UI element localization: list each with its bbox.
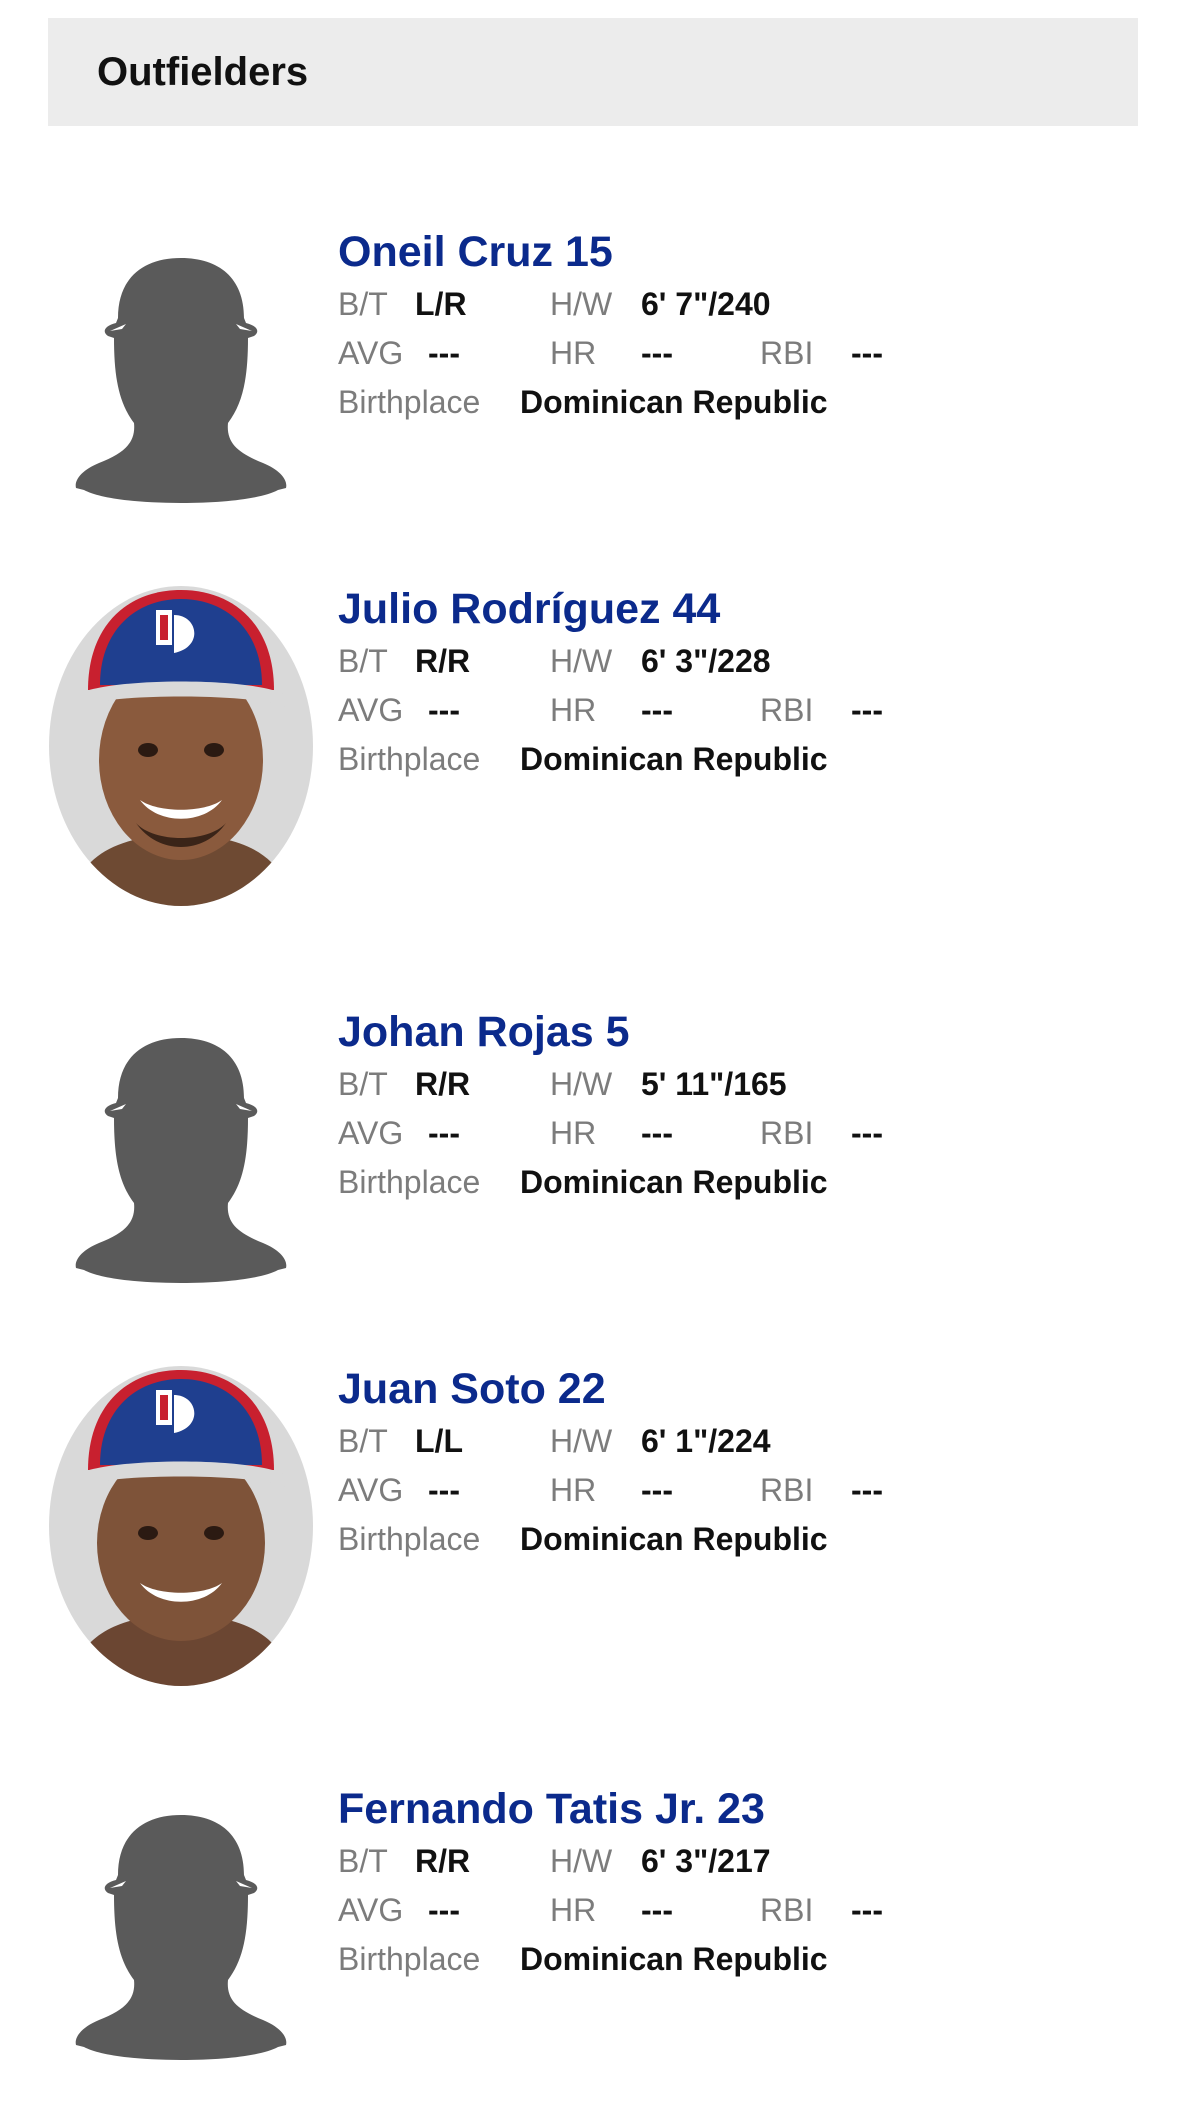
birthplace-value: Dominican Republic: [520, 1521, 828, 1557]
bt-value: R/R: [415, 1066, 471, 1102]
birthplace-label: Birthplace: [338, 1521, 481, 1557]
rbi-value: ---: [851, 692, 883, 728]
bt-value: L/R: [415, 286, 467, 322]
bt-label: B/T: [338, 286, 388, 322]
hr-value: ---: [641, 335, 673, 371]
rbi-label: RBI: [760, 1472, 814, 1508]
birthplace-value: Dominican Republic: [520, 741, 828, 777]
avg-label: AVG: [338, 692, 404, 728]
player-card: Johan Rojas 5 B/T R/R H/W 5' 11"/165 AVG…: [48, 1008, 1138, 1338]
section-title: Outfielders: [97, 50, 309, 94]
silhouette-placeholder-icon: [48, 1785, 314, 2107]
player-name-link[interactable]: Oneil Cruz 15: [338, 228, 613, 277]
hr-value: ---: [641, 692, 673, 728]
silhouette-placeholder-icon: [48, 228, 314, 550]
hr-value: ---: [641, 1892, 673, 1928]
birthplace-label: Birthplace: [338, 1941, 481, 1977]
player-name-link[interactable]: Johan Rojas 5: [338, 1008, 630, 1057]
bt-label: B/T: [338, 1843, 388, 1879]
hw-label: H/W: [550, 286, 613, 322]
hr-label: HR: [550, 1115, 597, 1151]
bt-value: L/L: [415, 1423, 463, 1459]
avg-label: AVG: [338, 1892, 404, 1928]
hr-value: ---: [641, 1472, 673, 1508]
rbi-value: ---: [851, 1115, 883, 1151]
player-card: Julio Rodríguez 44 B/T R/R H/W 6' 3"/228…: [48, 585, 1138, 915]
avg-label: AVG: [338, 335, 404, 371]
hw-value: 6' 1"/224: [641, 1423, 771, 1459]
hw-value: 6' 7"/240: [641, 286, 771, 322]
hr-value: ---: [641, 1115, 673, 1151]
avg-label: AVG: [338, 1472, 404, 1508]
hw-value: 6' 3"/217: [641, 1843, 771, 1879]
rbi-value: ---: [851, 335, 883, 371]
player-headshot: [48, 1365, 314, 1687]
birthplace-label: Birthplace: [338, 1164, 481, 1200]
silhouette-placeholder-icon: [48, 1008, 314, 1330]
hw-value: 6' 3"/228: [641, 643, 771, 679]
avg-value: ---: [428, 1472, 460, 1508]
avg-value: ---: [428, 1115, 460, 1151]
rbi-label: RBI: [760, 335, 814, 371]
hw-value: 5' 11"/165: [641, 1066, 787, 1102]
avg-value: ---: [428, 692, 460, 728]
birthplace-value: Dominican Republic: [520, 1164, 828, 1200]
birthplace-label: Birthplace: [338, 741, 481, 777]
birthplace-value: Dominican Republic: [520, 1941, 828, 1977]
hw-label: H/W: [550, 1066, 613, 1102]
rbi-label: RBI: [760, 692, 814, 728]
player-name-link[interactable]: Fernando Tatis Jr. 23: [338, 1785, 765, 1834]
player-name-link[interactable]: Julio Rodríguez 44: [338, 585, 720, 634]
bt-label: B/T: [338, 643, 388, 679]
rbi-value: ---: [851, 1472, 883, 1508]
avg-label: AVG: [338, 1115, 404, 1151]
bt-value: R/R: [415, 1843, 471, 1879]
bt-label: B/T: [338, 1066, 388, 1102]
hr-label: HR: [550, 692, 597, 728]
birthplace-label: Birthplace: [338, 384, 481, 420]
bt-label: B/T: [338, 1423, 388, 1459]
hw-label: H/W: [550, 1843, 613, 1879]
player-card: Fernando Tatis Jr. 23 B/T R/R H/W 6' 3"/…: [48, 1785, 1138, 2115]
bt-value: R/R: [415, 643, 471, 679]
avg-value: ---: [428, 1892, 460, 1928]
player-headshot: [48, 585, 314, 907]
hr-label: HR: [550, 335, 597, 371]
section-header: Outfielders: [48, 18, 1138, 126]
hr-label: HR: [550, 1472, 597, 1508]
hw-label: H/W: [550, 643, 613, 679]
hr-label: HR: [550, 1892, 597, 1928]
rbi-label: RBI: [760, 1892, 814, 1928]
hw-label: H/W: [550, 1423, 613, 1459]
player-name-link[interactable]: Juan Soto 22: [338, 1365, 606, 1414]
player-card: Oneil Cruz 15 B/T L/R H/W 6' 7"/240 AVG …: [48, 228, 1138, 558]
rbi-value: ---: [851, 1892, 883, 1928]
player-card: Juan Soto 22 B/T L/L H/W 6' 1"/224 AVG -…: [48, 1365, 1138, 1695]
birthplace-value: Dominican Republic: [520, 384, 828, 420]
avg-value: ---: [428, 335, 460, 371]
rbi-label: RBI: [760, 1115, 814, 1151]
